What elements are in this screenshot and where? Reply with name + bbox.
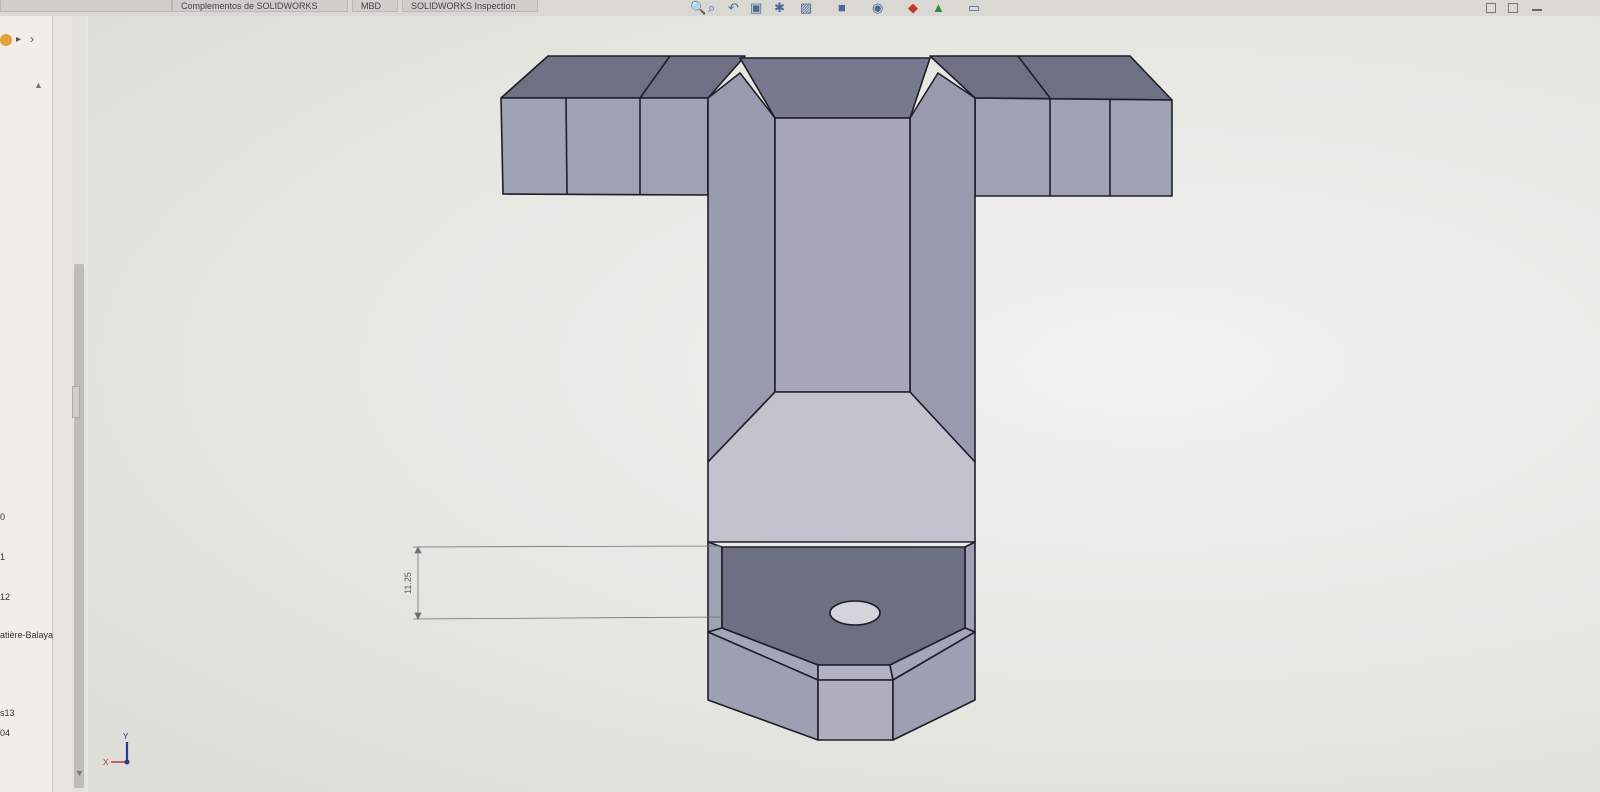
zoom-area-icon[interactable]: ⌕ — [708, 1, 715, 15]
panel-scrollbar[interactable]: ▼ — [72, 16, 86, 792]
list-item[interactable]: 0 — [0, 512, 5, 522]
apply-scene-icon[interactable]: ▲ — [932, 1, 945, 15]
restore-icon[interactable] — [1486, 3, 1496, 13]
view-orientation-icon[interactable]: ▨ — [800, 1, 812, 15]
hide-show-icon[interactable]: ◉ — [872, 1, 883, 15]
dropdown-arrow-icon[interactable]: ▸ — [16, 34, 21, 45]
scrollbar-thumb[interactable] — [74, 264, 84, 788]
edge-line — [565, 97, 568, 195]
section-view-icon[interactable]: ▣ — [750, 1, 762, 15]
coordinate-triad-icon: Y X — [103, 732, 130, 767]
previous-view-icon[interactable]: ↶ — [728, 1, 739, 15]
base-lip-center — [817, 664, 894, 681]
chevron-right-icon[interactable]: › — [30, 32, 34, 46]
command-manager-bar: Complementos de SOLIDWORKS MBD SOLIDWORK… — [0, 0, 1600, 16]
edit-appearance-icon[interactable]: ◆ — [908, 1, 918, 15]
extension-line-top — [412, 545, 723, 548]
mounting-hole — [829, 600, 881, 626]
extension-line-bottom — [412, 616, 723, 620]
base-front-center — [817, 679, 894, 741]
display-style-icon[interactable]: ■ — [838, 1, 846, 15]
tab-partial[interactable] — [0, 0, 172, 12]
arrowhead-top — [414, 546, 422, 554]
scroll-up-icon[interactable]: ▲ — [34, 80, 43, 90]
list-item[interactable]: 04 — [0, 728, 10, 738]
dimension-annotation[interactable] — [412, 545, 723, 620]
view-settings-icon[interactable]: ▭ — [968, 1, 980, 15]
material-item[interactable]: atière-Balaya — [0, 630, 53, 640]
arrowhead-bottom — [414, 612, 422, 620]
triad-y-label: Y — [123, 732, 129, 741]
graphics-area[interactable]: 11.25 Y X — [88, 16, 1600, 792]
list-item[interactable]: 12 — [0, 592, 10, 602]
tab-solidworks-inspection[interactable]: SOLIDWORKS Inspection — [402, 0, 538, 12]
top-face-left — [500, 55, 746, 99]
stem-inner-face — [774, 117, 911, 393]
zoom-to-fit-icon[interactable]: 🔍 — [690, 1, 706, 15]
list-item[interactable]: s13 — [0, 708, 15, 718]
model-view: 11.25 Y X — [103, 55, 1173, 767]
tile-icon[interactable] — [1508, 3, 1518, 13]
flange-front-left — [500, 97, 709, 196]
base-rim-left — [707, 541, 723, 633]
dimension-value[interactable]: 11.25 — [403, 572, 413, 594]
list-item[interactable]: 1 — [0, 552, 5, 562]
panel-splitter-handle[interactable] — [72, 386, 80, 418]
tab-mbd[interactable]: MBD — [352, 0, 398, 12]
scroll-down-icon[interactable]: ▼ — [75, 768, 84, 778]
dynamic-annotation-icon[interactable]: ✱ — [774, 1, 785, 15]
appearance-icon[interactable] — [0, 34, 12, 46]
triad-origin — [124, 759, 130, 765]
feature-manager-panel: ▸ › ▲ 0 1 12 atière-Balaya s13 04 — [0, 16, 53, 792]
solidworks-window: Complementos de SOLIDWORKS MBD SOLIDWORK… — [0, 0, 1600, 792]
base-rim-right — [964, 541, 976, 633]
tab-solidworks-addins[interactable]: Complementos de SOLIDWORKS — [172, 0, 348, 12]
minimize-icon[interactable] — [1532, 9, 1542, 11]
triad-x-label: X — [103, 758, 109, 767]
flange-front-right — [974, 97, 1173, 197]
